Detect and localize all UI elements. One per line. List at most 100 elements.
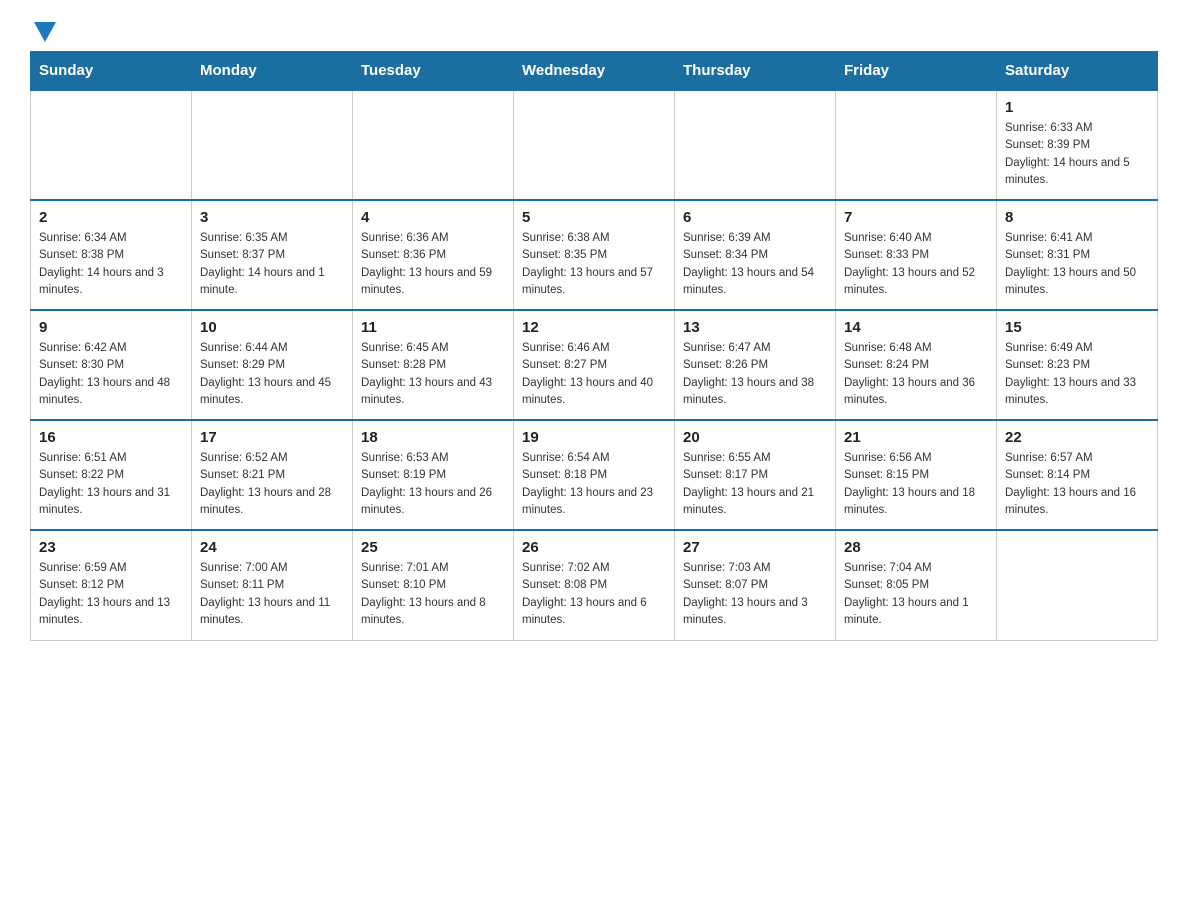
day-info: Sunrise: 7:01 AM Sunset: 8:10 PM Dayligh… [361,560,505,629]
calendar-cell: 2 Sunrise: 6:34 AM Sunset: 8:38 PM Daylig… [31,200,192,310]
day-info: Sunrise: 6:45 AM Sunset: 8:28 PM Dayligh… [361,340,505,409]
calendar-cell: 7Sunrise: 6:40 AM Sunset: 8:33 PM Daylig… [836,200,997,310]
calendar-week-row-1: 1 Sunrise: 6:33 AM Sunset: 8:39 PM Daylig… [31,90,1158,200]
calendar-week-row-2: 2 Sunrise: 6:34 AM Sunset: 8:38 PM Daylig… [31,200,1158,310]
day-info: Sunrise: 6:49 AM Sunset: 8:23 PM Dayligh… [1005,340,1149,409]
day-number: 26 [522,539,666,556]
logo [30,20,56,41]
calendar-week-row-4: 16 Sunrise: 6:51 AM Sunset: 8:22 PM Dayli… [31,420,1158,530]
day-info: Sunrise: 6:48 AM Sunset: 8:24 PM Dayligh… [844,340,988,409]
weekday-header-wednesday: Wednesday [514,52,675,91]
day-number: 5 [522,209,666,226]
day-number: 20 [683,429,827,446]
day-info: Sunrise: 6:55 AM Sunset: 8:17 PM Dayligh… [683,450,827,519]
calendar-week-row-3: 9 Sunrise: 6:42 AM Sunset: 8:30 PM Daylig… [31,310,1158,420]
day-number: 16 [39,429,183,446]
calendar-cell: 4 Sunrise: 6:36 AM Sunset: 8:36 PM Daylig… [353,200,514,310]
day-info: Sunrise: 6:38 AM Sunset: 8:35 PM Dayligh… [522,230,666,299]
calendar-cell: 27 Sunrise: 7:03 AM Sunset: 8:07 PM Dayli… [675,530,836,640]
day-info: Sunrise: 6:42 AM Sunset: 8:30 PM Dayligh… [39,340,183,409]
day-number: 12 [522,319,666,336]
day-info: Sunrise: 6:34 AM Sunset: 8:38 PM Dayligh… [39,230,183,299]
calendar-cell: 10 Sunrise: 6:44 AM Sunset: 8:29 PM Dayli… [192,310,353,420]
calendar-cell: 5 Sunrise: 6:38 AM Sunset: 8:35 PM Daylig… [514,200,675,310]
calendar-cell [31,90,192,200]
day-number: 2 [39,209,183,226]
calendar-cell: 19 Sunrise: 6:54 AM Sunset: 8:18 PM Dayli… [514,420,675,530]
day-number: 19 [522,429,666,446]
day-info: Sunrise: 6:40 AM Sunset: 8:33 PM Dayligh… [844,230,988,299]
day-info: Sunrise: 6:41 AM Sunset: 8:31 PM Dayligh… [1005,230,1149,299]
calendar-cell [675,90,836,200]
day-number: 22 [1005,429,1149,446]
day-number: 1 [1005,99,1149,116]
calendar-cell: 3 Sunrise: 6:35 AM Sunset: 8:37 PM Daylig… [192,200,353,310]
day-number: 9 [39,319,183,336]
day-info: Sunrise: 6:33 AM Sunset: 8:39 PM Dayligh… [1005,120,1149,189]
day-info: Sunrise: 6:36 AM Sunset: 8:36 PM Dayligh… [361,230,505,299]
weekday-header-thursday: Thursday [675,52,836,91]
day-number: 23 [39,539,183,556]
day-info: Sunrise: 6:52 AM Sunset: 8:21 PM Dayligh… [200,450,344,519]
calendar-cell: 11 Sunrise: 6:45 AM Sunset: 8:28 PM Dayli… [353,310,514,420]
day-info: Sunrise: 6:59 AM Sunset: 8:12 PM Dayligh… [39,560,183,629]
weekday-header-friday: Friday [836,52,997,91]
day-number: 21 [844,429,988,446]
calendar-cell: 25 Sunrise: 7:01 AM Sunset: 8:10 PM Dayli… [353,530,514,640]
day-number: 28 [844,539,988,556]
calendar-cell: 28 Sunrise: 7:04 AM Sunset: 8:05 PM Dayli… [836,530,997,640]
day-info: Sunrise: 6:53 AM Sunset: 8:19 PM Dayligh… [361,450,505,519]
day-info: Sunrise: 7:04 AM Sunset: 8:05 PM Dayligh… [844,560,988,629]
day-number: 6 [683,209,827,226]
day-info: Sunrise: 6:46 AM Sunset: 8:27 PM Dayligh… [522,340,666,409]
day-info: Sunrise: 6:56 AM Sunset: 8:15 PM Dayligh… [844,450,988,519]
calendar-cell: 15 Sunrise: 6:49 AM Sunset: 8:23 PM Dayli… [997,310,1158,420]
day-info: Sunrise: 7:00 AM Sunset: 8:11 PM Dayligh… [200,560,344,629]
day-info: Sunrise: 6:51 AM Sunset: 8:22 PM Dayligh… [39,450,183,519]
day-info: Sunrise: 6:44 AM Sunset: 8:29 PM Dayligh… [200,340,344,409]
day-info: Sunrise: 6:57 AM Sunset: 8:14 PM Dayligh… [1005,450,1149,519]
day-info: Sunrise: 6:39 AM Sunset: 8:34 PM Dayligh… [683,230,827,299]
calendar-cell [836,90,997,200]
day-number: 11 [361,319,505,336]
calendar-cell: 18 Sunrise: 6:53 AM Sunset: 8:19 PM Dayli… [353,420,514,530]
calendar-cell: 24 Sunrise: 7:00 AM Sunset: 8:11 PM Dayli… [192,530,353,640]
weekday-header-monday: Monday [192,52,353,91]
calendar-week-row-5: 23 Sunrise: 6:59 AM Sunset: 8:12 PM Dayli… [31,530,1158,640]
calendar-cell: 26 Sunrise: 7:02 AM Sunset: 8:08 PM Dayli… [514,530,675,640]
day-number: 27 [683,539,827,556]
day-info: Sunrise: 6:54 AM Sunset: 8:18 PM Dayligh… [522,450,666,519]
calendar-header-row: SundayMondayTuesdayWednesdayThursdayFrid… [31,52,1158,91]
calendar-table: SundayMondayTuesdayWednesdayThursdayFrid… [30,51,1158,641]
weekday-header-sunday: Sunday [31,52,192,91]
calendar-cell [997,530,1158,640]
day-number: 25 [361,539,505,556]
logo-triangle-icon [34,22,56,42]
day-number: 8 [1005,209,1149,226]
calendar-cell: 14 Sunrise: 6:48 AM Sunset: 8:24 PM Dayli… [836,310,997,420]
day-info: Sunrise: 6:35 AM Sunset: 8:37 PM Dayligh… [200,230,344,299]
day-number: 13 [683,319,827,336]
calendar-cell: 22 Sunrise: 6:57 AM Sunset: 8:14 PM Dayli… [997,420,1158,530]
day-info: Sunrise: 7:02 AM Sunset: 8:08 PM Dayligh… [522,560,666,629]
day-number: 24 [200,539,344,556]
calendar-cell [353,90,514,200]
weekday-header-saturday: Saturday [997,52,1158,91]
day-number: 14 [844,319,988,336]
calendar-cell: 13 Sunrise: 6:47 AM Sunset: 8:26 PM Dayli… [675,310,836,420]
day-number: 10 [200,319,344,336]
day-number: 3 [200,209,344,226]
calendar-cell: 23 Sunrise: 6:59 AM Sunset: 8:12 PM Dayli… [31,530,192,640]
day-number: 4 [361,209,505,226]
day-number: 15 [1005,319,1149,336]
calendar-cell: 17 Sunrise: 6:52 AM Sunset: 8:21 PM Dayli… [192,420,353,530]
weekday-header-tuesday: Tuesday [353,52,514,91]
day-number: 18 [361,429,505,446]
day-number: 17 [200,429,344,446]
calendar-cell: 12 Sunrise: 6:46 AM Sunset: 8:27 PM Dayli… [514,310,675,420]
page-header [30,20,1158,41]
calendar-cell [192,90,353,200]
day-info: Sunrise: 7:03 AM Sunset: 8:07 PM Dayligh… [683,560,827,629]
day-info: Sunrise: 6:47 AM Sunset: 8:26 PM Dayligh… [683,340,827,409]
calendar-cell: 16 Sunrise: 6:51 AM Sunset: 8:22 PM Dayli… [31,420,192,530]
